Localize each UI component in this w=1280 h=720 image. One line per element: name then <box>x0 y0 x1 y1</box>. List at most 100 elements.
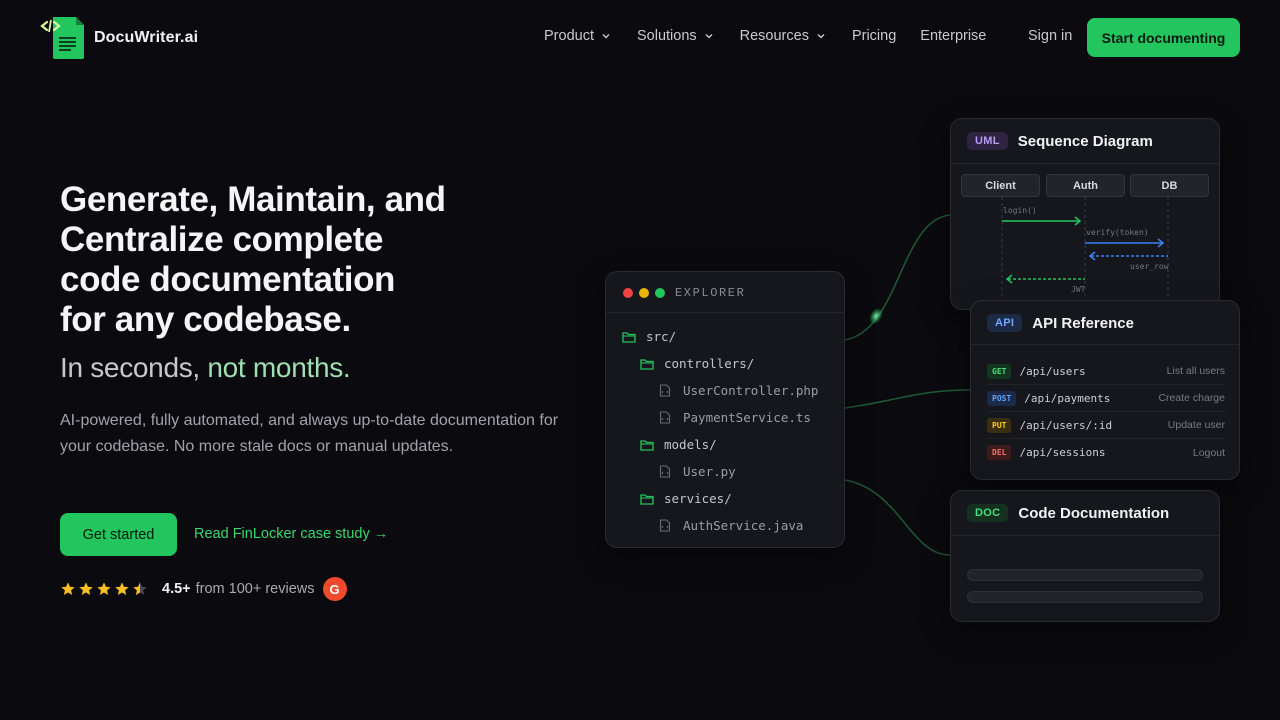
endpoint-path: /api/users <box>1019 364 1086 378</box>
api-tag: API <box>987 314 1023 332</box>
nav-enterprise[interactable]: Enterprise <box>920 28 986 44</box>
file-icon <box>659 519 671 532</box>
actor-client: Client <box>961 174 1040 197</box>
tree-folder-models[interactable]: models/ <box>640 437 717 452</box>
endpoint-row[interactable]: DEL /api/sessions Logout <box>987 439 1225 466</box>
divider <box>606 312 844 313</box>
folder-icon <box>640 439 654 451</box>
tree-file[interactable]: UserController.php <box>659 383 818 398</box>
tree-label: services/ <box>664 491 732 506</box>
g2-badge-icon[interactable]: G <box>322 577 347 601</box>
chevron-down-icon <box>705 34 713 39</box>
divider <box>951 535 1219 536</box>
close-dot-icon <box>623 288 633 298</box>
chevron-down-icon <box>817 34 825 39</box>
panel-header: API API Reference <box>987 314 1134 332</box>
endpoint-desc: Update user <box>1167 419 1225 431</box>
logo-icon <box>40 16 86 60</box>
tree-label: src/ <box>646 329 677 344</box>
folder-icon <box>640 358 654 370</box>
folder-icon <box>640 493 654 505</box>
get-started-button[interactable]: Get started <box>60 513 177 556</box>
star-icon <box>115 582 129 595</box>
nav-links: Product Solutions Resources Pricing Ente… <box>544 28 1010 44</box>
endpoint-path: /api/sessions <box>1019 446 1106 459</box>
nav-solutions[interactable]: Solutions <box>637 28 714 44</box>
endpoint-path: /api/users/:id <box>1019 418 1113 432</box>
rating-score: 4.5+ <box>162 581 191 597</box>
tree-folder-controllers[interactable]: controllers/ <box>640 356 754 371</box>
top-nav: DocuWriter.ai Product Solutions Resource… <box>0 0 1280 76</box>
actor-db: DB <box>1130 174 1209 197</box>
rating-text: from 100+ reviews <box>195 581 315 597</box>
explorer-panel: EXPLORER src/ controllers/ UserControlle… <box>605 271 845 548</box>
sign-in-link[interactable]: Sign in <box>1028 28 1072 44</box>
hero-subtitle: In seconds, not months. <box>60 352 351 384</box>
tree-label: controllers/ <box>664 356 755 371</box>
file-icon <box>659 384 671 397</box>
brand-logo[interactable]: DocuWriter.ai <box>40 16 198 60</box>
skeleton-line <box>967 569 1203 581</box>
nav-product-label: Product <box>544 28 594 44</box>
star-icon <box>97 582 111 595</box>
endpoint-path: /api/payments <box>1024 391 1111 405</box>
window-controls <box>623 288 671 298</box>
tree-folder-src[interactable]: src/ <box>622 329 676 344</box>
panel-title: API Reference <box>1032 314 1134 332</box>
hero-title: Generate, Maintain, and Centralize compl… <box>60 180 540 340</box>
tree-label: UserController.php <box>683 383 819 398</box>
panel-title: Code Documentation <box>1018 504 1170 522</box>
nav-product[interactable]: Product <box>544 28 611 44</box>
endpoint-row[interactable]: POST /api/payments Create charge <box>987 385 1225 412</box>
hero-title-line: Centralize complete <box>60 220 384 259</box>
nav-resources[interactable]: Resources <box>740 28 826 44</box>
tree-label: models/ <box>664 437 717 452</box>
endpoint-row[interactable]: GET /api/users List all users <box>987 358 1225 385</box>
sequence-lines <box>1001 197 1169 299</box>
hero-title-line: for any codebase. <box>60 300 351 339</box>
file-icon <box>659 411 671 424</box>
panel-header: DOC Code Documentation <box>967 504 1169 522</box>
minimize-dot-icon <box>639 288 649 298</box>
brand-name: DocuWriter.ai <box>94 29 199 46</box>
method-badge: GET <box>987 363 1012 379</box>
tree-file[interactable]: User.py <box>659 464 736 479</box>
folder-icon <box>622 331 636 343</box>
endpoint-desc: Create charge <box>1158 392 1225 404</box>
explorer-title: EXPLORER <box>675 286 746 300</box>
rating: 4.5+ from 100+ reviews G <box>60 577 347 601</box>
method-badge: PUT <box>987 417 1012 433</box>
nav-enterprise-label: Enterprise <box>920 28 987 44</box>
nav-pricing-label: Pricing <box>851 28 897 44</box>
tree-file[interactable]: AuthService.java <box>659 518 803 533</box>
skeleton-line <box>967 591 1203 603</box>
endpoint-desc: List all users <box>1166 365 1225 377</box>
nav-solutions-label: Solutions <box>636 28 697 44</box>
doc-tag: DOC <box>967 504 1009 522</box>
method-badge: DEL <box>987 445 1012 460</box>
g2-badge-letter: G <box>329 581 340 597</box>
file-icon <box>659 465 671 478</box>
message-label: user_row <box>1130 262 1169 271</box>
hero-title-line: code documentation <box>60 260 396 299</box>
tree-folder-services[interactable]: services/ <box>640 491 732 506</box>
sequence-diagram-panel: UML Sequence Diagram Client Auth DB logi… <box>950 118 1220 310</box>
star-icon <box>79 582 93 595</box>
hero-description: AI-powered, fully automated, and always … <box>60 412 559 455</box>
api-reference-panel: API API Reference GET /api/users List al… <box>970 300 1240 480</box>
hero-subtitle-plain: In seconds, <box>60 352 208 383</box>
nav-pricing[interactable]: Pricing <box>852 28 896 44</box>
start-documenting-button[interactable]: Start documenting <box>1087 18 1240 57</box>
hero-title-line: Generate, Maintain, and <box>60 180 446 219</box>
tree-label: PaymentService.ts <box>683 410 811 425</box>
method-badge: POST <box>987 390 1017 406</box>
message-label: login() <box>1003 206 1037 215</box>
actor-auth: Auth <box>1046 174 1125 197</box>
hero-subtitle-accent: not months. <box>207 352 351 383</box>
case-study-link[interactable]: Read FinLocker case study → <box>194 526 388 542</box>
tree-label: AuthService.java <box>683 518 804 533</box>
tree-label: User.py <box>683 464 736 479</box>
endpoint-row[interactable]: PUT /api/users/:id Update user <box>987 412 1225 439</box>
tree-file[interactable]: PaymentService.ts <box>659 410 811 425</box>
star-half-icon <box>133 582 147 595</box>
